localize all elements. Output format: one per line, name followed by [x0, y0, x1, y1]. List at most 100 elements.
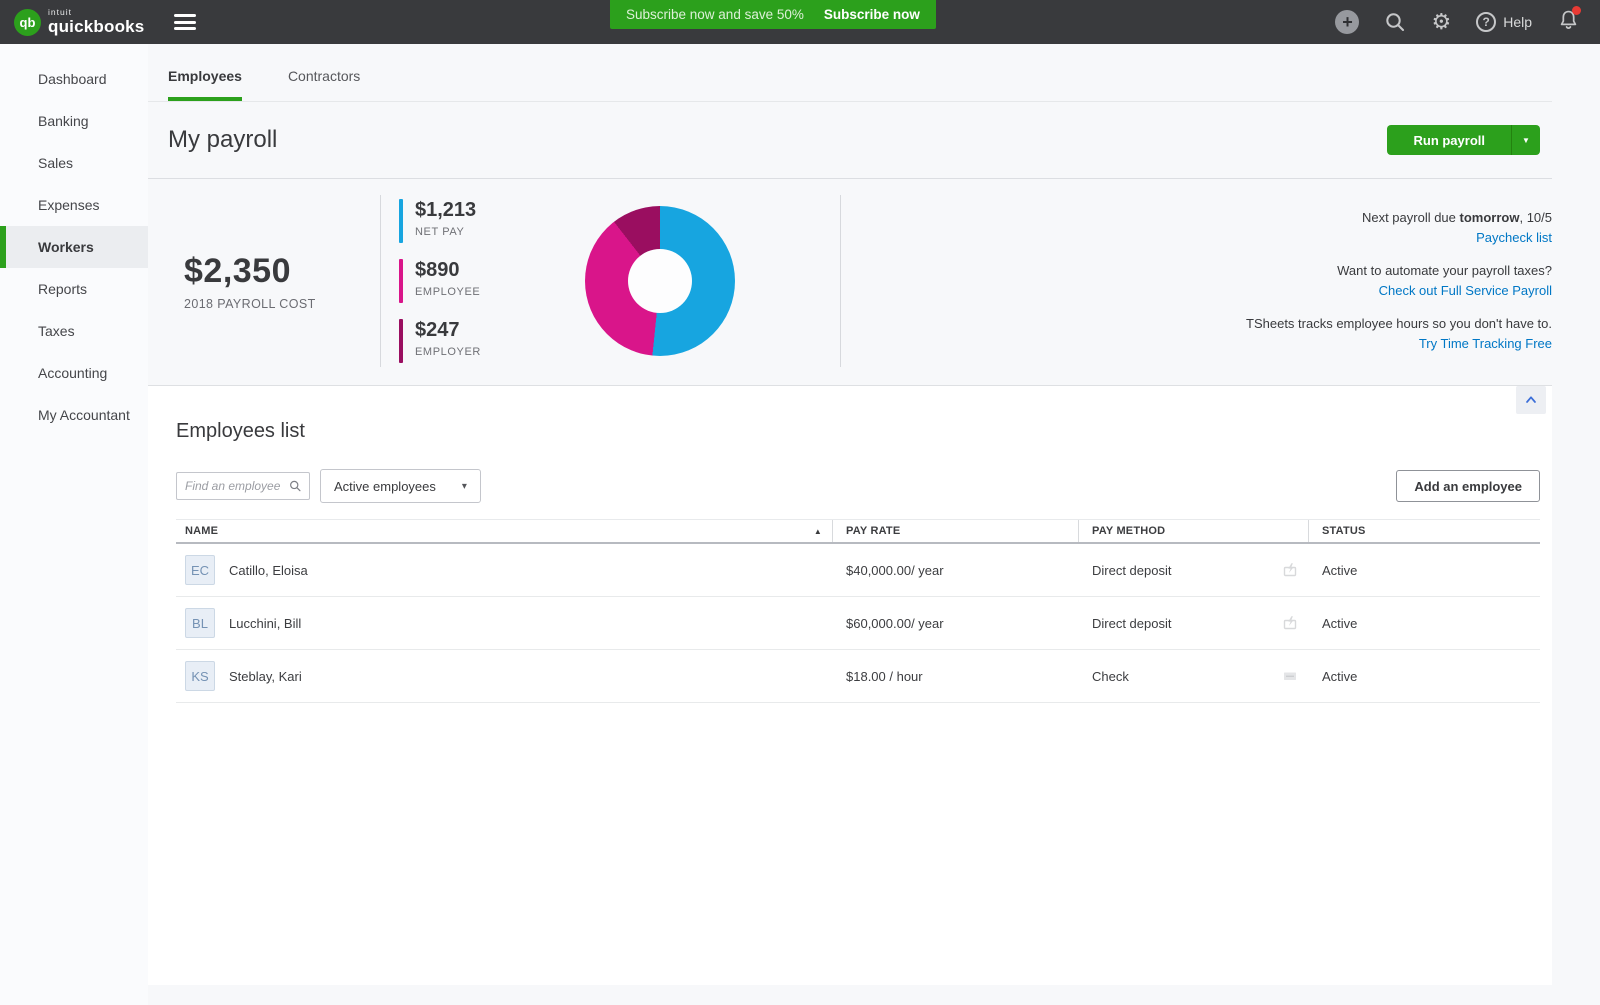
run-payroll-button[interactable]: Run payroll ▼ — [1387, 125, 1540, 155]
automate-taxes-notice: Want to automate your payroll taxes? Che… — [841, 261, 1552, 301]
pay-method-cell: Direct deposit — [1078, 562, 1308, 578]
help-menu[interactable]: ? Help — [1476, 12, 1532, 32]
quickbooks-logo[interactable]: qb intuit quickbooks — [14, 8, 144, 36]
chevron-up-icon — [1523, 392, 1539, 408]
employee-search[interactable] — [176, 472, 310, 500]
donut-hole — [628, 249, 692, 313]
table-row[interactable]: BL Lucchini, Bill $60,000.00/ year Direc… — [176, 597, 1540, 650]
employer-label: EMPLOYER — [415, 346, 481, 358]
employee-name[interactable]: Lucchini, Bill — [229, 616, 301, 631]
main-content: Employees Contractors My payroll Run pay… — [148, 44, 1600, 1005]
stat-employer: $247 EMPLOYER — [399, 319, 551, 363]
gear-icon[interactable]: ⚙ — [1431, 11, 1451, 33]
sidebar-item-taxes[interactable]: Taxes — [0, 310, 148, 352]
avatar[interactable]: EC — [185, 555, 215, 585]
intuit-label: intuit — [48, 8, 144, 17]
search-input[interactable] — [185, 479, 289, 493]
next-payroll-text: Next payroll due tomorrow, 10/5 — [841, 208, 1552, 228]
search-icon[interactable] — [1384, 11, 1406, 33]
employee-filter-dropdown[interactable]: Active employees ▾ — [320, 469, 481, 503]
tab-employees[interactable]: Employees — [168, 68, 242, 101]
pay-rate-cell: $40,000.00/ year — [832, 563, 1078, 578]
pay-rate-cell: $60,000.00/ year — [832, 616, 1078, 631]
sidebar-item-workers[interactable]: Workers — [0, 226, 148, 268]
column-header-pay-rate[interactable]: PAY RATE — [832, 520, 1078, 542]
list-controls: Active employees ▾ Add an employee — [176, 469, 1540, 503]
hamburger-menu-icon[interactable] — [174, 14, 196, 30]
net-pay-label: NET PAY — [415, 226, 476, 238]
sidebar-item-expenses[interactable]: Expenses — [0, 184, 148, 226]
chevron-down-icon: ▾ — [462, 481, 467, 492]
payroll-donut-chart — [585, 206, 735, 356]
subscribe-now-button[interactable]: Subscribe now — [824, 7, 920, 22]
collapse-summary-button[interactable] — [1516, 386, 1546, 414]
run-payroll-dropdown-caret-icon[interactable]: ▼ — [1512, 125, 1540, 155]
full-service-payroll-link[interactable]: Check out Full Service Payroll — [841, 281, 1552, 301]
time-tracking-link[interactable]: Try Time Tracking Free — [841, 334, 1552, 354]
sort-asc-icon[interactable]: ▲ — [814, 527, 822, 536]
run-payroll-label[interactable]: Run payroll — [1387, 125, 1511, 155]
employee-name-cell: KS Steblay, Kari — [176, 661, 832, 691]
sidebar-item-dashboard[interactable]: Dashboard — [0, 58, 148, 100]
sidebar-item-reports[interactable]: Reports — [0, 268, 148, 310]
column-header-name[interactable]: NAME ▲ — [176, 520, 832, 542]
status-cell: Active — [1308, 563, 1540, 578]
table-row[interactable]: EC Catillo, Eloisa $40,000.00/ year Dire… — [176, 544, 1540, 597]
create-plus-icon[interactable]: + — [1335, 10, 1359, 34]
automate-taxes-text: Want to automate your payroll taxes? — [841, 261, 1552, 281]
help-icon: ? — [1476, 12, 1496, 32]
employee-name[interactable]: Steblay, Kari — [229, 669, 302, 684]
status-cell: Active — [1308, 616, 1540, 631]
notifications-bell[interactable] — [1557, 8, 1580, 37]
qb-logo-icon: qb — [14, 9, 41, 36]
employee-value: $890 — [415, 259, 480, 282]
table-header: NAME ▲ PAY RATE PAY METHOD STATUS — [176, 519, 1540, 544]
brand-text: intuit quickbooks — [48, 8, 144, 36]
help-label: Help — [1503, 14, 1532, 30]
sidebar-item-my-accountant[interactable]: My Accountant — [0, 394, 148, 436]
page-title: My payroll — [168, 126, 277, 154]
payroll-summary: $2,350 2018 PAYROLL COST $1,213 NET PAY … — [148, 179, 1600, 383]
column-header-pay-method[interactable]: PAY METHOD — [1078, 520, 1308, 542]
sidebar-item-banking[interactable]: Banking — [0, 100, 148, 142]
stat-employee: $890 EMPLOYEE — [399, 259, 551, 303]
stat-net-pay: $1,213 NET PAY — [399, 199, 551, 243]
add-employee-button[interactable]: Add an employee — [1396, 470, 1540, 502]
employee-label: EMPLOYEE — [415, 286, 480, 298]
net-pay-color-bar — [399, 199, 403, 243]
sidebar-item-accounting[interactable]: Accounting — [0, 352, 148, 394]
employee-color-bar — [399, 259, 403, 303]
payroll-total-label: 2018 PAYROLL COST — [184, 297, 380, 311]
top-bar: qb intuit quickbooks Subscribe now and s… — [0, 0, 1600, 44]
sidebar-nav: Dashboard Banking Sales Expenses Workers… — [0, 44, 148, 1005]
direct-deposit-icon — [1282, 615, 1298, 631]
top-icons: + ⚙ ? Help — [1335, 8, 1580, 37]
employee-name-cell: EC Catillo, Eloisa — [176, 555, 832, 585]
avatar[interactable]: BL — [185, 608, 215, 638]
payroll-notices: Next payroll due tomorrow, 10/5 Paycheck… — [841, 208, 1552, 354]
search-icon — [289, 479, 302, 493]
payroll-stats: $1,213 NET PAY $890 EMPLOYEE $247 EMPLOY… — [399, 199, 551, 363]
quickbooks-label: quickbooks — [48, 17, 144, 36]
tabs-row: Employees Contractors — [148, 44, 1552, 102]
divider — [380, 195, 381, 367]
employer-color-bar — [399, 319, 403, 363]
avatar[interactable]: KS — [185, 661, 215, 691]
employees-list-title: Employees list — [176, 420, 1552, 443]
sidebar-item-sales[interactable]: Sales — [0, 142, 148, 184]
filter-value: Active employees — [334, 479, 436, 494]
paycheck-list-link[interactable]: Paycheck list — [841, 228, 1552, 248]
pay-rate-cell: $18.00 / hour — [832, 669, 1078, 684]
employee-name[interactable]: Catillo, Eloisa — [229, 563, 308, 578]
employer-value: $247 — [415, 319, 481, 342]
status-cell: Active — [1308, 669, 1540, 684]
subscribe-banner[interactable]: Subscribe now and save 50% Subscribe now — [610, 0, 936, 29]
payroll-total-value: $2,350 — [184, 252, 380, 291]
table-row[interactable]: KS Steblay, Kari $18.00 / hour Check Act… — [176, 650, 1540, 703]
employees-table: NAME ▲ PAY RATE PAY METHOD STATUS EC Cat… — [176, 519, 1540, 703]
page-header: My payroll Run payroll ▼ — [148, 102, 1552, 179]
tab-contractors[interactable]: Contractors — [288, 68, 360, 101]
employees-list-card: Employees list Active employees ▾ Add an… — [148, 385, 1552, 985]
column-header-status[interactable]: STATUS — [1308, 520, 1540, 542]
employee-name-cell: BL Lucchini, Bill — [176, 608, 832, 638]
